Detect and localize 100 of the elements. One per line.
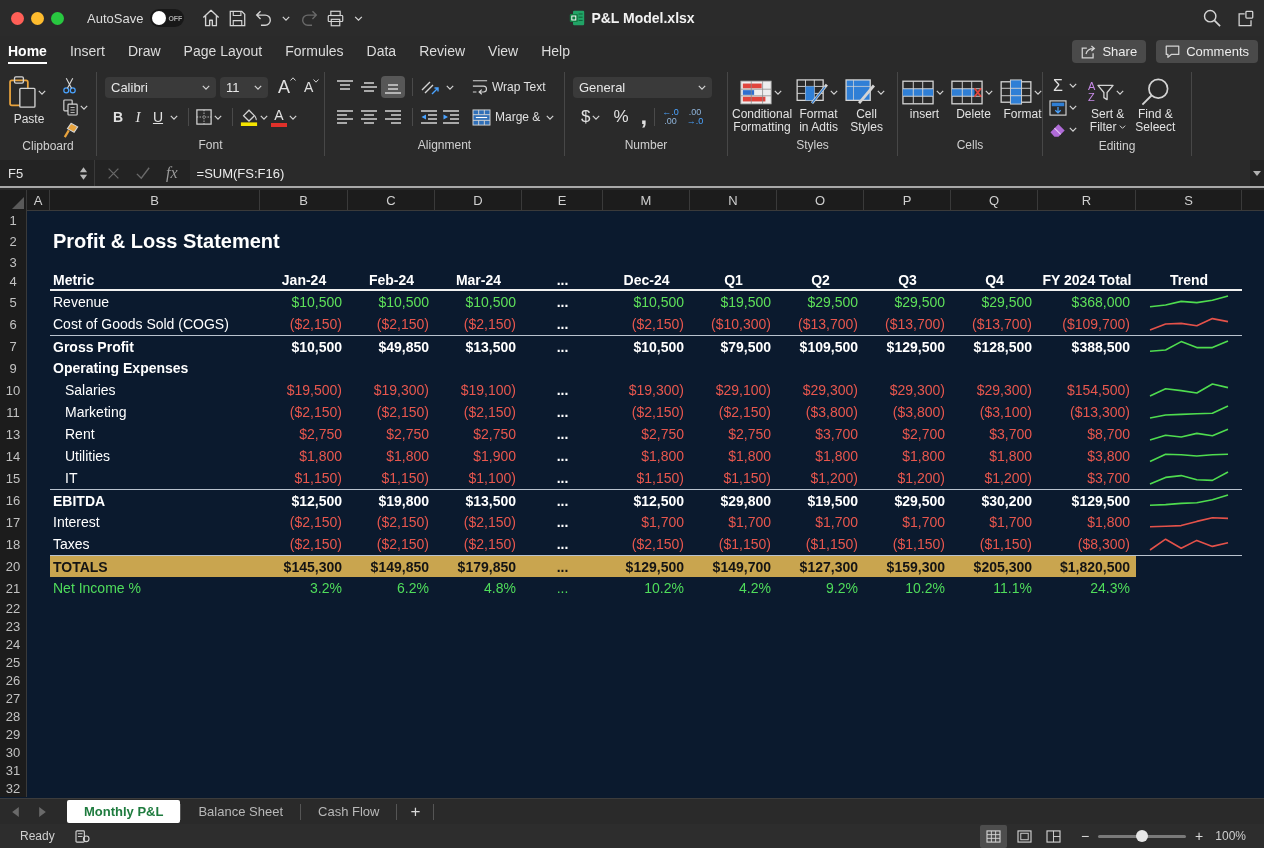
font-size-field[interactable]: 11 <box>220 76 268 98</box>
next-sheet-icon[interactable] <box>39 806 46 817</box>
ribbon-tab[interactable]: Insert <box>69 38 105 64</box>
zoom-out-button[interactable]: − <box>1080 828 1090 844</box>
increase-indent-icon[interactable] <box>442 110 460 124</box>
scissors-icon[interactable] <box>63 77 76 94</box>
font-color-button[interactable]: A <box>271 107 287 127</box>
decrease-indent-icon[interactable] <box>420 110 438 124</box>
grow-font-button[interactable]: A <box>278 76 296 98</box>
paste-button[interactable]: Paste <box>9 76 49 126</box>
format-as-table-button[interactable]: Format in Adtis <box>796 76 842 134</box>
caret-icon[interactable] <box>289 114 297 120</box>
borders-icon[interactable] <box>196 109 212 125</box>
row-number[interactable]: 17 <box>0 511 27 533</box>
close-icon[interactable] <box>11 11 24 25</box>
format-button[interactable]: Format <box>1000 76 1045 121</box>
cell-styles-button[interactable]: Cell Styles <box>845 76 889 134</box>
zoom-in-button[interactable]: + <box>1195 828 1204 844</box>
expand-icon[interactable] <box>1253 170 1261 176</box>
home-icon[interactable] <box>202 9 221 27</box>
row-number[interactable]: 23 <box>0 617 27 635</box>
row-number[interactable]: 11 <box>0 401 27 423</box>
text-angle-icon[interactable] <box>420 79 440 95</box>
ribbon-tab[interactable]: Draw <box>127 38 161 64</box>
row-number[interactable]: 10 <box>0 379 27 401</box>
row-number[interactable]: 6 <box>0 313 27 335</box>
sheet-tab[interactable]: Balance Sheet <box>181 800 300 823</box>
fill-down-icon[interactable] <box>1049 99 1067 116</box>
caret-icon[interactable] <box>1118 125 1126 129</box>
fullscreen-icon[interactable] <box>51 11 64 25</box>
autosum-button[interactable]: Σ <box>1049 76 1067 95</box>
select-all-icon[interactable] <box>12 197 24 209</box>
printer-icon[interactable] <box>327 9 345 27</box>
comments-button[interactable]: Comments <box>1156 39 1258 63</box>
name-box[interactable]: F5 <box>0 160 95 186</box>
row-number[interactable]: 24 <box>0 635 27 653</box>
formula-field[interactable]: =SUM(FS:F16) <box>189 160 1250 186</box>
row-number[interactable]: 20 <box>0 555 27 577</box>
row-number[interactable]: 2 <box>0 229 27 253</box>
copy-icon[interactable] <box>63 99 78 116</box>
number-format-field[interactable]: General <box>573 76 712 98</box>
row-number[interactable]: 9 <box>0 357 27 379</box>
row-number[interactable]: 27 <box>0 689 27 707</box>
ribbon-tab[interactable]: Review <box>419 38 466 64</box>
fill-color-icon[interactable] <box>240 108 258 126</box>
row-number[interactable]: 14 <box>0 445 27 467</box>
caret-icon[interactable] <box>698 84 706 90</box>
row-number[interactable]: 16 <box>0 489 27 511</box>
caret-icon[interactable] <box>592 114 601 120</box>
caret-icon[interactable] <box>354 15 364 21</box>
add-sheet-button[interactable]: + <box>397 801 434 822</box>
slider-thumb[interactable] <box>1136 829 1149 842</box>
eraser-icon[interactable] <box>1049 121 1067 138</box>
row-number[interactable]: 21 <box>0 577 27 599</box>
italic-button[interactable]: I <box>128 108 148 126</box>
caret-icon[interactable] <box>38 89 46 95</box>
normal-view-icon[interactable] <box>979 824 1007 848</box>
caret-icon[interactable] <box>1034 89 1042 95</box>
undo-icon[interactable] <box>255 9 273 27</box>
wrap-text-button[interactable]: Wrap Text <box>472 79 546 95</box>
search-icon[interactable] <box>1203 9 1221 27</box>
align-center-icon[interactable] <box>360 110 378 124</box>
minimize-icon[interactable] <box>31 11 44 25</box>
ribbon-tab[interactable]: Formules <box>285 38 344 64</box>
ribbon-tab[interactable]: View <box>488 38 519 64</box>
align-bottom-icon[interactable] <box>381 76 405 98</box>
increase-decimal-button[interactable]: ←.0 .00 <box>662 108 679 126</box>
share-button[interactable]: Share <box>1072 39 1147 63</box>
font-field[interactable]: Calibri <box>105 76 216 98</box>
caret-icon[interactable] <box>214 114 222 120</box>
ribbon-tab[interactable]: Home <box>8 38 47 64</box>
row-number[interactable]: 18 <box>0 533 27 555</box>
row-number[interactable]: 28 <box>0 707 27 725</box>
row-number[interactable]: 5 <box>0 291 27 313</box>
caret-icon[interactable] <box>877 89 886 95</box>
caret-icon[interactable] <box>1069 105 1077 110</box>
align-middle-icon[interactable] <box>360 80 378 94</box>
row-number[interactable]: 26 <box>0 671 27 689</box>
row-number[interactable]: 15 <box>0 467 27 489</box>
row-number[interactable]: 22 <box>0 599 27 617</box>
caret-icon[interactable] <box>80 105 88 110</box>
row-number[interactable]: 13 <box>0 423 27 445</box>
sheet-tab[interactable]: Cash Flow <box>301 800 397 823</box>
caret-icon[interactable] <box>282 15 291 21</box>
percent-button[interactable]: % <box>613 107 629 127</box>
caret-icon[interactable] <box>1116 89 1125 95</box>
align-left-icon[interactable] <box>336 110 354 124</box>
bold-button[interactable]: B <box>108 109 128 125</box>
caret-icon[interactable] <box>1069 83 1077 88</box>
sheet-tab[interactable]: Monthly P&L <box>67 800 181 823</box>
row-number[interactable]: 31 <box>0 761 27 779</box>
caret-icon[interactable] <box>254 84 262 90</box>
ribbon-tab[interactable]: Help <box>541 38 570 64</box>
find-select-button[interactable]: Find & Seleect <box>1135 76 1176 134</box>
ribbon-tab[interactable]: Data <box>366 38 397 64</box>
row-number[interactable]: 29 <box>0 725 27 743</box>
comma-style-button[interactable]: , <box>640 108 648 126</box>
merge-button[interactable]: Marge & <box>472 108 558 126</box>
row-number[interactable]: 7 <box>0 335 27 357</box>
insert-button[interactable]: insert <box>902 76 947 121</box>
